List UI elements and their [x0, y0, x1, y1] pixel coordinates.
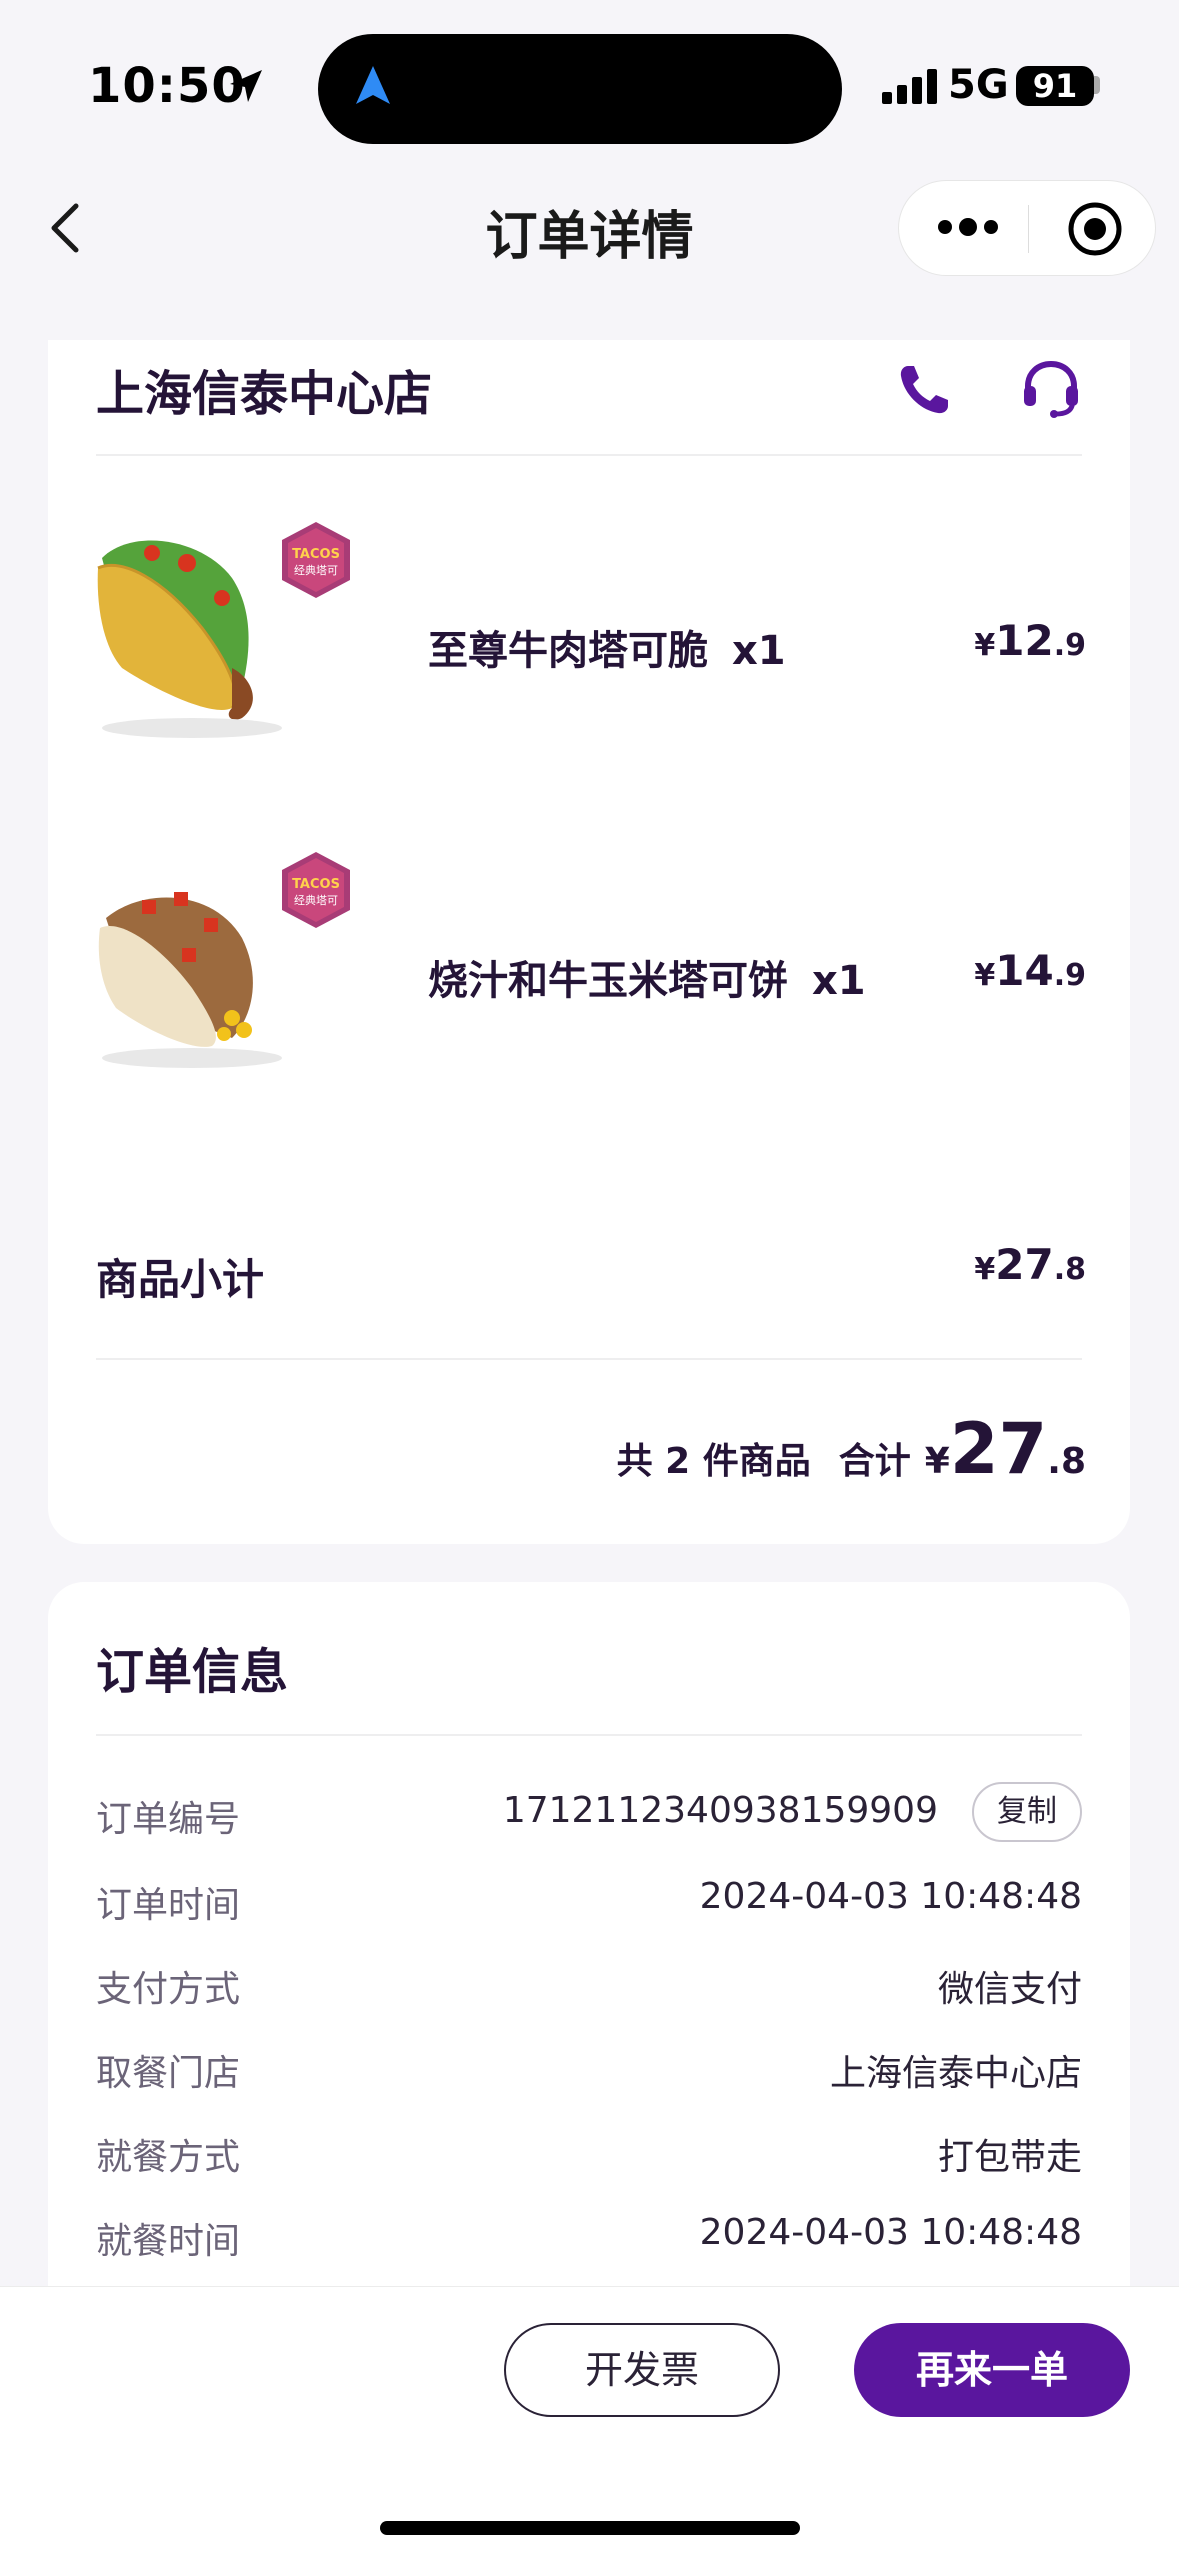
capsule-divider — [1028, 205, 1029, 253]
pickup-store-row: 取餐门店 上海信泰中心店 — [96, 2036, 1082, 2096]
home-indicator[interactable] — [380, 2521, 800, 2535]
order-time-value: 2024-04-03 10:48:48 — [699, 1876, 1082, 1917]
dining-method-value: 打包带走 — [937, 2137, 1082, 2178]
price-decimal: .8 — [1053, 1252, 1086, 1287]
payment-method-row: 支付方式 微信支付 — [96, 1952, 1082, 2012]
status-bar: 10:50 5G 91 — [0, 0, 1179, 170]
order-info-divider — [96, 1734, 1082, 1736]
currency-symbol: ¥ — [924, 1441, 950, 1482]
mini-program-capsule — [898, 180, 1156, 276]
order-time-row: 订单时间 2024-04-03 10:48:48 — [96, 1868, 1082, 1928]
bottom-action-bar: 开发票 再来一单 — [0, 2286, 1179, 2556]
battery-icon: 91 — [1016, 66, 1094, 106]
order-item[interactable]: TACOS 经典塔可 至尊牛肉塔可脆 x1 ¥12.9 — [48, 518, 1130, 778]
pickup-store-value: 上海信泰中心店 — [829, 2053, 1082, 2094]
battery-tip — [1094, 76, 1100, 94]
phone-icon[interactable] — [894, 360, 954, 420]
copy-button[interactable]: 复制 — [972, 1782, 1082, 1842]
location-arrow-icon — [230, 70, 262, 102]
item-count: 共 2 件商品 — [616, 1441, 811, 1482]
pickup-store-label: 取餐门店 — [96, 2053, 241, 2094]
price-integer: 27 — [995, 1240, 1054, 1289]
svg-text:经典塔可: 经典塔可 — [294, 893, 338, 907]
subtotal-divider — [96, 1358, 1082, 1360]
dynamic-island — [318, 34, 842, 144]
total-decimal: .8 — [1047, 1441, 1086, 1482]
svg-text:TACOS: TACOS — [292, 547, 340, 562]
order-item[interactable]: TACOS 经典塔可 烧汁和牛玉米塔可饼 x1 ¥14.9 — [48, 848, 1130, 1108]
order-items-card: 上海信泰中心店 TACOS 经典塔可 至尊牛肉塔可脆 x1 ¥12.9 TACO… — [48, 340, 1130, 1544]
network-type: 5G — [948, 62, 1009, 108]
dining-time-row: 就餐时间 2024-04-03 10:48:48 — [96, 2204, 1082, 2264]
close-mini-program-icon[interactable] — [1067, 201, 1123, 257]
customer-service-icon[interactable] — [1018, 356, 1084, 422]
order-number-value: 1712112340938159909 — [502, 1790, 938, 1831]
navigation-icon — [356, 66, 390, 104]
status-time: 10:50 — [88, 58, 246, 114]
cellular-signal-icon — [882, 69, 937, 104]
price-integer: 12 — [995, 616, 1054, 665]
order-total: 共 2 件商品 合计 ¥27.8 — [617, 1408, 1086, 1490]
price-decimal: .9 — [1053, 958, 1086, 993]
order-info-card: 订单信息 订单编号 1712112340938159909 复制 订单时间 20… — [48, 1582, 1130, 2402]
price-integer: 14 — [995, 946, 1054, 995]
order-number-label: 订单编号 — [96, 1799, 241, 1840]
dining-method-row: 就餐方式 打包带走 — [96, 2120, 1082, 2180]
svg-text:TACOS: TACOS — [292, 877, 340, 892]
currency-symbol: ¥ — [974, 628, 996, 663]
item-name: 至尊牛肉塔可脆 x1 — [428, 618, 786, 676]
item-name: 烧汁和牛玉米塔可饼 x1 — [428, 948, 866, 1006]
payment-method-value: 微信支付 — [937, 1969, 1082, 2010]
currency-symbol: ¥ — [974, 958, 996, 993]
item-name-text: 烧汁和牛玉米塔可饼 — [428, 958, 788, 1004]
item-price: ¥12.9 — [974, 616, 1086, 665]
order-time-label: 订单时间 — [96, 1885, 241, 1926]
item-qty: x1 — [732, 628, 786, 674]
total-integer: 27 — [949, 1408, 1048, 1490]
store-divider — [96, 454, 1082, 456]
currency-symbol: ¥ — [974, 1252, 996, 1287]
total-label: 合计 — [838, 1441, 911, 1482]
dining-time-value: 2024-04-03 10:48:48 — [699, 2212, 1082, 2253]
tacos-badge-icon: TACOS 经典塔可 — [282, 852, 350, 928]
dining-method-label: 就餐方式 — [96, 2137, 241, 2178]
order-info-title: 订单信息 — [96, 1644, 289, 1700]
item-price: ¥14.9 — [974, 946, 1086, 995]
subtotal-label: 商品小计 — [96, 1255, 265, 1304]
subtotal-price: ¥27.8 — [974, 1240, 1086, 1289]
invoice-button[interactable]: 开发票 — [504, 2323, 780, 2417]
price-decimal: .9 — [1053, 628, 1086, 663]
svg-text:经典塔可: 经典塔可 — [294, 563, 338, 577]
item-qty: x1 — [812, 958, 866, 1004]
store-name: 上海信泰中心店 — [96, 366, 433, 422]
order-number-row: 订单编号 1712112340938159909 复制 — [96, 1782, 1082, 1842]
dining-time-label: 就餐时间 — [96, 2221, 241, 2262]
reorder-button[interactable]: 再来一单 — [854, 2323, 1130, 2417]
more-options-icon[interactable] — [937, 215, 999, 239]
item-name-text: 至尊牛肉塔可脆 — [428, 628, 708, 674]
tacos-badge-icon: TACOS 经典塔可 — [282, 522, 350, 598]
payment-method-label: 支付方式 — [96, 1969, 241, 2010]
